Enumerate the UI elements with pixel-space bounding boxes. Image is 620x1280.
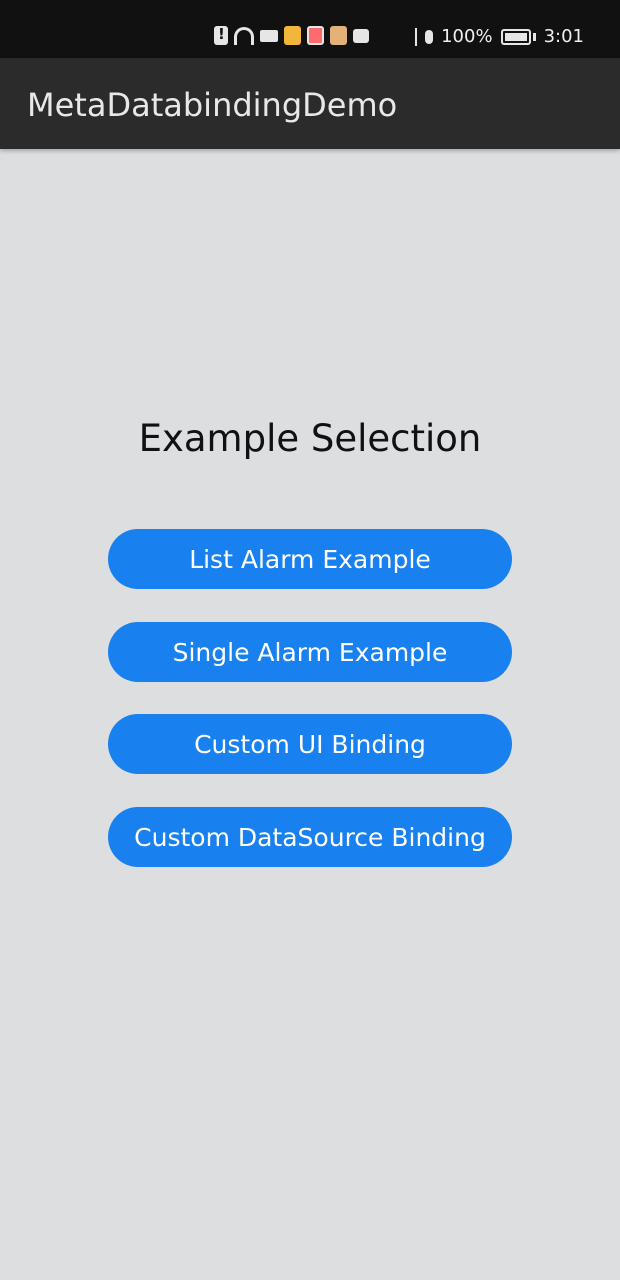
battery-cap xyxy=(532,32,536,41)
alert-icon xyxy=(214,25,228,45)
clock: 3:01 xyxy=(543,26,584,47)
app-icon xyxy=(330,26,347,45)
custom-ui-binding-button[interactable]: Custom UI Binding xyxy=(108,714,512,774)
battery-percent: 100% xyxy=(441,26,493,47)
status-bar: 100% 3:01 xyxy=(0,0,620,58)
list-alarm-example-button[interactable]: List Alarm Example xyxy=(108,529,512,589)
weibo-icon xyxy=(284,26,301,45)
page-heading: Example Selection xyxy=(138,417,482,460)
single-alarm-example-button[interactable]: Single Alarm Example xyxy=(108,622,512,682)
book-icon xyxy=(307,26,324,45)
main-content: Example Selection List Alarm Example Sin… xyxy=(0,149,620,1280)
microphone-icon xyxy=(425,29,434,44)
battery-icon xyxy=(500,28,531,45)
wifi-icon xyxy=(234,26,254,45)
video-icon xyxy=(260,29,278,42)
system-status: 100% 3:01 xyxy=(405,26,584,47)
app-title: MetaDatabindingDemo xyxy=(27,86,398,124)
notification-icons xyxy=(214,25,369,45)
nmb-icon xyxy=(353,28,369,43)
app-bar: MetaDatabindingDemo xyxy=(0,58,620,149)
bluetooth-icon xyxy=(405,27,418,46)
custom-datasource-binding-button[interactable]: Custom DataSource Binding xyxy=(108,807,512,867)
